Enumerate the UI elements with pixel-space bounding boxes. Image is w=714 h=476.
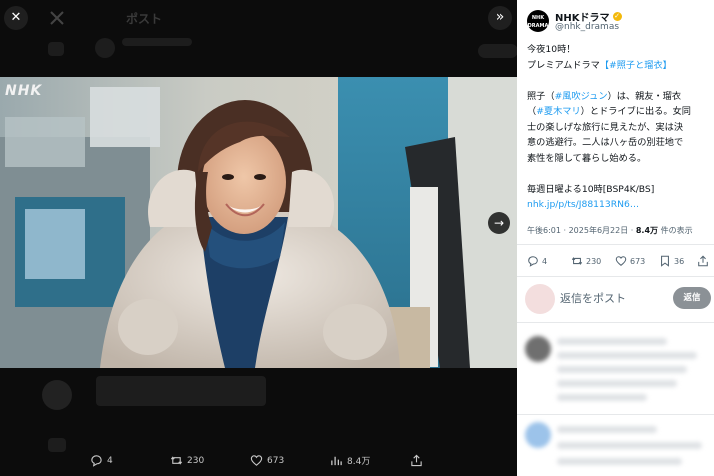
tweet-line: プレミアムドラマ【#照子と瑠衣】 <box>527 58 709 74</box>
tweet-text-segment: プレミアムドラマ <box>527 59 600 71</box>
divider <box>517 414 714 415</box>
close-button[interactable]: ✕ <box>4 6 28 30</box>
media-viewer: ポスト NHK ✕ » → 4 230 673 8.4万 <box>0 0 517 476</box>
tweet-body: 今夜10時！ プレミアムドラマ【#照子と瑠衣】 照子（#風吹ジュン）は、親友・瑠… <box>527 42 709 213</box>
viewer-action-bar: 4 230 673 8.4万 <box>0 446 517 476</box>
reply-count: 4 <box>542 256 548 266</box>
verified-badge-icon: ✓ <box>612 12 622 21</box>
tweet-line: 照子（#風吹ジュン）は、親友・瑠衣 <box>527 89 709 105</box>
viewer-repost-button[interactable]: 230 <box>170 454 204 467</box>
avatar-text-top: NHK <box>531 15 545 21</box>
tweet-panel: NHK DRAMA NHKドラマ ✓ @nhk_dramas 今夜10時！ プレ… <box>517 0 714 476</box>
background-circle-icon <box>42 380 72 410</box>
tweet-line: 素性を隠して暮らし始める。 <box>527 152 647 164</box>
home-icon <box>48 42 64 56</box>
tweet-text-segment: ）は、親友・瑠衣 <box>607 90 682 102</box>
blurred-text <box>557 394 647 401</box>
tweet-line: 意の逃避行。二人は八ヶ岳の別荘地で <box>527 137 684 148</box>
tweet-url-link[interactable]: nhk.jp/p/ts/J88113RN6… <box>527 197 709 213</box>
tweet-line: （#夏木マリ）とドライブに出る。女同 <box>527 104 709 120</box>
reply-input[interactable]: 返信をポスト <box>560 290 670 306</box>
reply-button[interactable]: 4 <box>527 255 547 267</box>
account-avatar[interactable]: NHK DRAMA <box>527 10 549 32</box>
viewer-reply-count: 4 <box>107 455 113 466</box>
hashtag-link[interactable]: 【#照子と瑠衣】 <box>600 60 672 71</box>
share-icon <box>698 255 708 267</box>
like-count: 673 <box>630 256 646 266</box>
tweet-text-segment: 照子（ <box>527 90 555 102</box>
tweet-photo[interactable] <box>0 77 517 368</box>
tweet-action-bar: 4 230 673 36 <box>527 255 709 269</box>
background-header-title: ポスト <box>126 12 163 26</box>
blurred-reply <box>517 330 714 410</box>
blurred-text <box>557 352 697 359</box>
blurred-avatar <box>525 422 551 448</box>
background-avatar <box>95 38 115 58</box>
viewer-share-button[interactable] <box>410 454 423 467</box>
viewer-repost-count: 230 <box>187 455 205 466</box>
viewer-reply-button[interactable]: 4 <box>90 454 113 467</box>
x-logo-icon <box>50 10 64 25</box>
blurred-text <box>557 366 687 373</box>
blurred-text <box>557 442 702 449</box>
blurred-text <box>557 380 677 387</box>
divider <box>517 276 714 277</box>
tweet-text-segment: ）とドライブに出る。女同 <box>580 106 691 117</box>
blurred-text <box>557 426 657 433</box>
blurred-text <box>557 458 682 465</box>
divider <box>517 322 714 323</box>
like-icon <box>615 256 627 266</box>
repost-button[interactable]: 230 <box>571 255 601 267</box>
tweet-timestamp[interactable]: 午後6:01 · 2025年6月22日 · <box>527 226 636 235</box>
background-text-block <box>96 376 266 406</box>
tweet-line: 毎週日曜よる10時[BSP4K/BS] <box>527 183 655 195</box>
blurred-avatar <box>525 336 551 362</box>
tweet-line: 今夜10時！ <box>527 44 576 55</box>
current-user-avatar <box>525 284 555 314</box>
avatar-text-bottom: DRAMA <box>527 23 549 29</box>
views-label: 件の表示 <box>658 226 693 235</box>
next-image-button[interactable]: → <box>488 212 510 234</box>
hashtag-link[interactable]: #風吹ジュン <box>555 91 608 102</box>
like-icon <box>250 455 263 466</box>
repost-count: 230 <box>586 256 602 266</box>
account-handle[interactable]: @nhk_dramas <box>555 22 619 32</box>
bookmark-button[interactable]: 36 <box>659 255 684 267</box>
divider <box>517 244 714 245</box>
bookmark-icon <box>661 255 669 267</box>
reply-submit-button[interactable]: 返信 <box>673 287 711 309</box>
views-icon <box>331 456 342 466</box>
hashtag-link[interactable]: #夏木マリ <box>536 106 580 117</box>
views-count: 8.4万 <box>635 226 659 235</box>
viewer-views-count: 8.4万 <box>347 457 371 467</box>
tweet-text-segment: （ <box>527 106 537 117</box>
background-name-line <box>122 38 192 46</box>
reply-icon <box>528 256 538 267</box>
viewer-like-button[interactable]: 673 <box>250 454 284 467</box>
repost-icon <box>170 456 183 465</box>
expand-panel-button[interactable]: » <box>488 6 512 30</box>
tweet-line: 士の楽しげな旅行に見えたが、実は決 <box>527 121 684 133</box>
background-follow-pill <box>478 44 517 58</box>
share-icon <box>411 454 422 467</box>
share-button[interactable] <box>697 255 709 267</box>
like-button[interactable]: 673 <box>615 255 645 267</box>
blurred-reply <box>517 418 714 476</box>
reply-icon <box>91 455 102 467</box>
bookmark-count: 36 <box>674 256 685 266</box>
tweet-meta: 午後6:01 · 2025年6月22日 · 8.4万 件の表示 <box>527 225 693 236</box>
viewer-views-button[interactable]: 8.4万 <box>330 454 370 467</box>
viewer-like-count: 673 <box>267 455 285 466</box>
repost-icon <box>571 257 583 265</box>
blurred-text <box>557 338 667 345</box>
nhk-watermark: NHK <box>5 83 43 99</box>
